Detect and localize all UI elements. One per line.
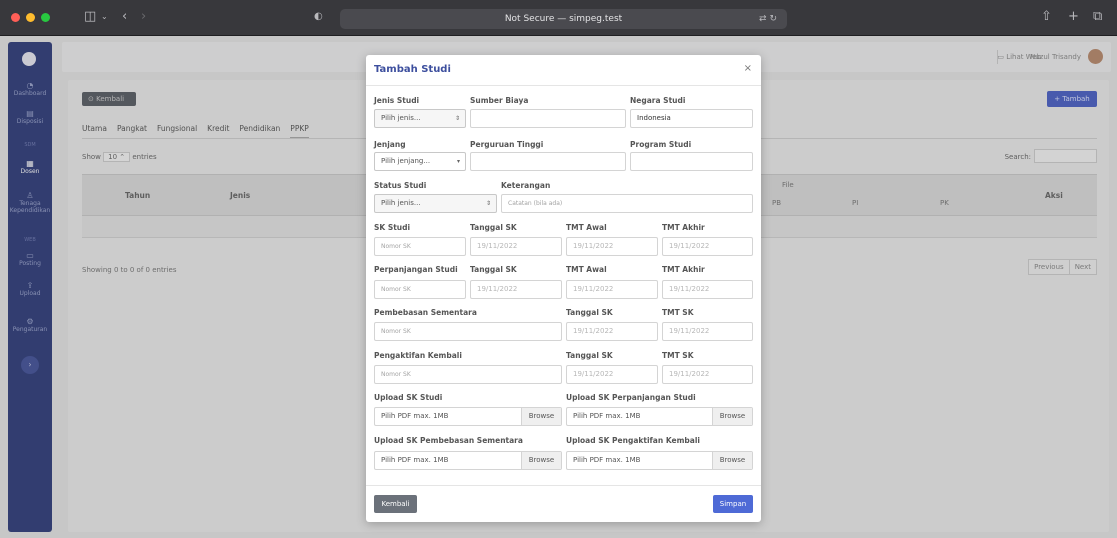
browse-button[interactable]: Browse (521, 452, 561, 469)
file-placeholder: Pilih PDF max. 1MB (573, 456, 641, 464)
upload-sk-pembebasan-file[interactable]: Pilih PDF max. 1MB Browse (374, 451, 562, 470)
pembebasan-label: Pembebasan Sementara (374, 308, 477, 317)
tanggal-sk-date[interactable]: 19/11/2022 (470, 237, 562, 256)
browser-toolbar: ◫ ⌄ ‹ › ◐ Not Secure — simpeg.test ⇄ ↻ ⇧… (0, 0, 1117, 36)
jenjang-value: Pilih jenjang... (381, 157, 431, 165)
browse-button[interactable]: Browse (712, 408, 752, 425)
modal-footer-divider (366, 485, 761, 486)
new-tab-icon[interactable]: + (1068, 8, 1079, 26)
tmt-akhir-date[interactable]: 19/11/2022 (662, 237, 753, 256)
url-text: Not Secure — simpeg.test (504, 14, 623, 24)
close-window-button[interactable] (11, 13, 20, 22)
upload-sk-perpanjangan-file[interactable]: Pilih PDF max. 1MB Browse (566, 407, 753, 426)
close-icon[interactable]: × (744, 63, 752, 74)
program-studi-label: Program Studi (630, 140, 692, 149)
modal-title: Tambah Studi (374, 64, 451, 75)
tambah-studi-modal: Tambah Studi × Jenis Studi Sumber Biaya … (366, 55, 761, 522)
status-studi-label: Status Studi (374, 181, 427, 190)
upload-sk-studi-label: Upload SK Studi (374, 393, 443, 402)
pengaktifan-tmt-date[interactable]: 19/11/2022 (662, 365, 753, 384)
perpanjangan-tmt-akhir-date[interactable]: 19/11/2022 (662, 280, 753, 299)
select-arrows-icon: ⇕ (454, 115, 460, 122)
sumber-biaya-input[interactable] (470, 109, 626, 128)
upload-sk-studi-file[interactable]: Pilih PDF max. 1MB Browse (374, 407, 562, 426)
file-placeholder: Pilih PDF max. 1MB (381, 412, 449, 420)
perpanjangan-input[interactable]: Nomor SK (374, 280, 466, 299)
jenis-studi-label: Jenis Studi (374, 96, 420, 105)
negara-studi-label: Negara Studi (630, 96, 686, 105)
kembali-button[interactable]: Kembali (374, 495, 417, 513)
select-arrows-icon: ⇕ (485, 200, 491, 207)
tanggal-sk-label: Tanggal SK (566, 308, 613, 317)
jenjang-label: Jenjang (374, 140, 406, 149)
back-arrow-icon[interactable]: ‹ (122, 8, 127, 26)
upload-sk-pengaktifan-file[interactable]: Pilih PDF max. 1MB Browse (566, 451, 753, 470)
modal-header-divider (366, 85, 761, 86)
tmt-awal-label: TMT Awal (566, 265, 607, 274)
forward-arrow-icon[interactable]: › (141, 8, 146, 26)
jenjang-select[interactable]: Pilih jenjang... ▾ (374, 152, 466, 171)
tmt-akhir-label: TMT Akhir (662, 265, 705, 274)
keterangan-label: Keterangan (501, 181, 551, 190)
perpanjangan-tmt-awal-date[interactable]: 19/11/2022 (566, 280, 658, 299)
tmt-sk-label: TMT SK (662, 351, 694, 360)
tmt-awal-date[interactable]: 19/11/2022 (566, 237, 658, 256)
shield-icon[interactable]: ◐ (314, 8, 323, 26)
perguruan-tinggi-input[interactable] (470, 152, 626, 171)
keterangan-input[interactable]: Catatan (bila ada) (501, 194, 753, 213)
window-controls (11, 13, 50, 22)
address-bar[interactable]: Not Secure — simpeg.test ⇄ ↻ (340, 9, 787, 29)
tanggal-sk-label: Tanggal SK (470, 223, 517, 232)
browse-button[interactable]: Browse (712, 452, 752, 469)
sk-studi-label: SK Studi (374, 223, 411, 232)
simpan-button[interactable]: Simpan (713, 495, 753, 513)
upload-sk-perpanjangan-label: Upload SK Perpanjangan Studi (566, 393, 696, 402)
perpanjangan-label: Perpanjangan Studi (374, 265, 458, 274)
pengaktifan-tanggal-date[interactable]: 19/11/2022 (566, 365, 658, 384)
tmt-sk-label: TMT SK (662, 308, 694, 317)
tanggal-sk-label: Tanggal SK (470, 265, 517, 274)
browse-button[interactable]: Browse (521, 408, 561, 425)
file-placeholder: Pilih PDF max. 1MB (381, 456, 449, 464)
status-studi-select[interactable]: Pilih jenis... ⇕ (374, 194, 497, 213)
file-placeholder: Pilih PDF max. 1MB (573, 412, 641, 420)
program-studi-input[interactable] (630, 152, 753, 171)
pembebasan-tanggal-date[interactable]: 19/11/2022 (566, 322, 658, 341)
pembebasan-tmt-date[interactable]: 19/11/2022 (662, 322, 753, 341)
perpanjangan-tanggal-date[interactable]: 19/11/2022 (470, 280, 562, 299)
jenis-studi-value: Pilih jenis... (381, 114, 421, 122)
pengaktifan-input[interactable]: Nomor SK (374, 365, 562, 384)
tanggal-sk-label: Tanggal SK (566, 351, 613, 360)
minimize-window-button[interactable] (26, 13, 35, 22)
sk-studi-input[interactable]: Nomor SK (374, 237, 466, 256)
upload-sk-pembebasan-label: Upload SK Pembebasan Sementara (374, 436, 523, 445)
share-icon[interactable]: ⇧ (1041, 8, 1052, 26)
tmt-awal-label: TMT Awal (566, 223, 607, 232)
tab-overview-icon[interactable]: ⧉ (1093, 8, 1102, 26)
zoom-window-button[interactable] (41, 13, 50, 22)
tmt-akhir-label: TMT Akhir (662, 223, 705, 232)
sidebar-toggle-icon[interactable]: ◫ (84, 8, 96, 26)
pengaktifan-label: Pengaktifan Kembali (374, 351, 462, 360)
pembebasan-input[interactable]: Nomor SK (374, 322, 562, 341)
upload-sk-pengaktifan-label: Upload SK Pengaktifan Kembali (566, 436, 700, 445)
sumber-biaya-label: Sumber Biaya (470, 96, 529, 105)
jenis-studi-select[interactable]: Pilih jenis... ⇕ (374, 109, 466, 128)
negara-studi-input[interactable]: Indonesia (630, 109, 753, 128)
chevron-down-icon: ▾ (456, 158, 460, 165)
chevron-down-icon[interactable]: ⌄ (101, 8, 108, 26)
translate-refresh-icon[interactable]: ⇄ ↻ (759, 9, 777, 29)
status-studi-value: Pilih jenis... (381, 199, 421, 207)
perguruan-tinggi-label: Perguruan Tinggi (470, 140, 544, 149)
